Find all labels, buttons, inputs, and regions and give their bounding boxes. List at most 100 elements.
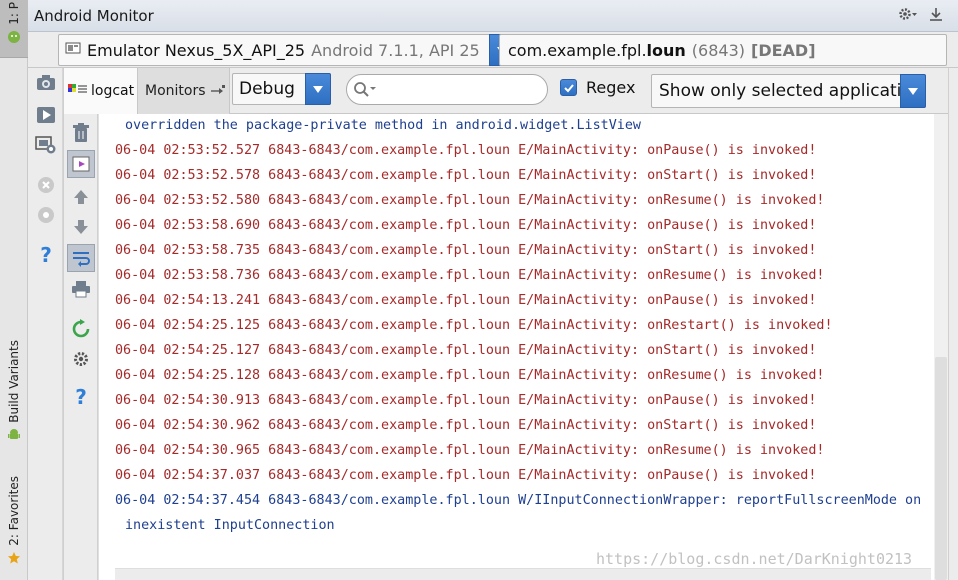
- logcat-action-toolbar: ?: [64, 114, 98, 580]
- app-filter-dropdown-button[interactable]: [900, 74, 926, 108]
- terminate-app-button[interactable]: [34, 174, 58, 196]
- clear-logcat-button[interactable]: [69, 122, 93, 144]
- question-mark-icon: ?: [75, 386, 87, 408]
- device-version: Android 7.1.1, API 25: [311, 40, 480, 60]
- pin-arrow-icon: [210, 83, 225, 99]
- logcat-filter-bar: logcat Monitors Debug Regex Show only se…: [64, 68, 958, 114]
- printer-icon: [72, 281, 90, 298]
- logcat-settings-button[interactable]: [69, 348, 93, 370]
- log-line: 06-04 02:53:58.690 6843-6843/com.example…: [115, 218, 817, 233]
- log-line: 06-04 02:53:52.578 6843-6843/com.example…: [115, 168, 817, 183]
- help-button-top[interactable]: ?: [34, 244, 58, 266]
- log-line: 06-04 02:54:30.962 6843-6843/com.example…: [115, 418, 817, 433]
- device-name: Emulator Nexus_5X_API_25: [87, 40, 306, 60]
- project-tab-label: 1: P: [7, 2, 21, 25]
- screen-record-button[interactable]: [34, 104, 58, 126]
- scroll-to-end-toggle[interactable]: [67, 150, 95, 178]
- log-line: 06-04 02:53:52.527 6843-6843/com.example…: [115, 143, 817, 158]
- favorites-tool-tab[interactable]: 2: Favorites: [0, 470, 28, 575]
- build-variants-tool-tab[interactable]: Build Variants: [0, 335, 28, 450]
- gear-icon[interactable]: [898, 6, 918, 26]
- tab-monitors-label: Monitors: [145, 83, 206, 99]
- log-level-dropdown[interactable]: Debug: [232, 73, 331, 105]
- android-robot-icon: [7, 427, 21, 446]
- log-line: 06-04 02:54:30.965 6843-6843/com.example…: [115, 443, 825, 458]
- svg-text:?: ?: [75, 386, 87, 408]
- log-line: overridden the package-private method in…: [125, 118, 641, 133]
- down-the-stack-button[interactable]: [69, 216, 93, 238]
- log-line: 06-04 02:54:37.454 6843-6843/com.example…: [115, 493, 922, 508]
- chevron-down-icon: [908, 87, 918, 95]
- play-icon: [37, 107, 55, 123]
- vertical-scrollbar[interactable]: [934, 114, 948, 580]
- process-package-name: loun: [646, 40, 686, 60]
- build-variants-label: Build Variants: [7, 340, 21, 423]
- logcat-icon: [68, 82, 88, 100]
- system-info-icon: [35, 136, 56, 154]
- favorites-label: 2: Favorites: [7, 476, 21, 546]
- search-icon: [353, 81, 379, 103]
- vertical-scrollbar-thumb[interactable]: [935, 357, 947, 580]
- horizontal-scrollbar[interactable]: [115, 568, 931, 580]
- process-pid: (6843): [691, 40, 745, 60]
- help-button[interactable]: ?: [69, 386, 93, 408]
- hide-panel-icon[interactable]: [928, 6, 944, 26]
- scroll-to-end-icon: [72, 156, 90, 172]
- gear-icon: [74, 352, 88, 366]
- left-tool-strip: 1: P Build Variants 2: Favorites: [0, 0, 28, 580]
- tab-logcat[interactable]: logcat: [64, 68, 138, 114]
- log-line: 06-04 02:54:13.241 6843-6843/com.example…: [115, 293, 817, 308]
- app-filter-dropdown[interactable]: Show only selected application: [651, 74, 926, 108]
- checkmark-icon: [563, 83, 574, 92]
- logcat-output[interactable]: overridden the package-private method in…: [98, 114, 934, 580]
- soft-wrap-icon: [73, 252, 90, 267]
- device-dropdown[interactable]: Emulator Nexus_5X_API_25 Android 7.1.1, …: [58, 34, 515, 66]
- system-info-button[interactable]: [34, 134, 58, 156]
- log-level-dropdown-button[interactable]: [305, 73, 331, 105]
- log-line: 06-04 02:54:30.913 6843-6843/com.example…: [115, 393, 817, 408]
- up-the-stack-button[interactable]: [69, 186, 93, 208]
- watermark: https://blog.csdn.net/DarKnight0213: [596, 550, 913, 568]
- screen-capture-button[interactable]: [34, 72, 58, 94]
- android-monitor-window: 1: P Build Variants 2: Favorites Android…: [0, 0, 958, 580]
- layout-inspector-button[interactable]: [34, 204, 58, 226]
- log-line: 06-04 02:54:25.128 6843-6843/com.example…: [115, 368, 825, 383]
- tab-monitors[interactable]: Monitors: [138, 68, 230, 114]
- regex-option[interactable]: Regex: [560, 78, 635, 97]
- android-icon: [7, 29, 21, 48]
- emulator-icon: [65, 40, 81, 60]
- arrow-down-icon: [74, 220, 88, 234]
- logcat-side-toolbar: ?: [28, 68, 64, 580]
- log-line: 06-04 02:54:25.127 6843-6843/com.example…: [115, 343, 817, 358]
- log-line: 06-04 02:53:58.736 6843-6843/com.example…: [115, 268, 825, 283]
- arrow-up-icon: [74, 190, 88, 204]
- log-line: 06-04 02:53:58.735 6843-6843/com.example…: [115, 243, 817, 258]
- log-line: inexistent InputConnection: [125, 518, 335, 533]
- process-state: [DEAD]: [751, 40, 816, 60]
- log-line: 06-04 02:54:37.037 6843-6843/com.example…: [115, 468, 817, 483]
- star-icon: [7, 550, 21, 569]
- tool-window-titlebar: Android Monitor: [28, 0, 958, 32]
- print-button[interactable]: [69, 278, 93, 300]
- log-level-value: Debug: [239, 79, 295, 99]
- log-line: 06-04 02:54:25.125 6843-6843/com.example…: [115, 318, 833, 333]
- soft-wraps-toggle[interactable]: [67, 244, 95, 272]
- process-package-prefix: com.example.fpl.: [508, 40, 647, 60]
- restart-logcat-button[interactable]: [69, 318, 93, 340]
- trash-icon: [73, 123, 89, 142]
- log-line: 06-04 02:53:52.580 6843-6843/com.example…: [115, 193, 825, 208]
- tab-logcat-label: logcat: [91, 83, 135, 99]
- layout-inspector-icon: [38, 207, 54, 223]
- window-title: Android Monitor: [34, 7, 154, 25]
- stop-circle-icon: [38, 177, 54, 193]
- regex-checkbox[interactable]: [560, 79, 577, 96]
- logcat-search-input[interactable]: [346, 74, 548, 105]
- restart-icon: [72, 319, 90, 338]
- device-bar: Emulator Nexus_5X_API_25 Android 7.1.1, …: [28, 32, 958, 68]
- question-mark-icon: ?: [40, 244, 52, 266]
- chevron-down-icon: [313, 85, 323, 93]
- right-tool-strip: [948, 68, 958, 580]
- process-dropdown[interactable]: com.example.fpl.loun (6843) [DEAD]: [499, 34, 947, 66]
- svg-text:?: ?: [40, 244, 52, 266]
- project-tool-tab[interactable]: 1: P: [0, 0, 28, 58]
